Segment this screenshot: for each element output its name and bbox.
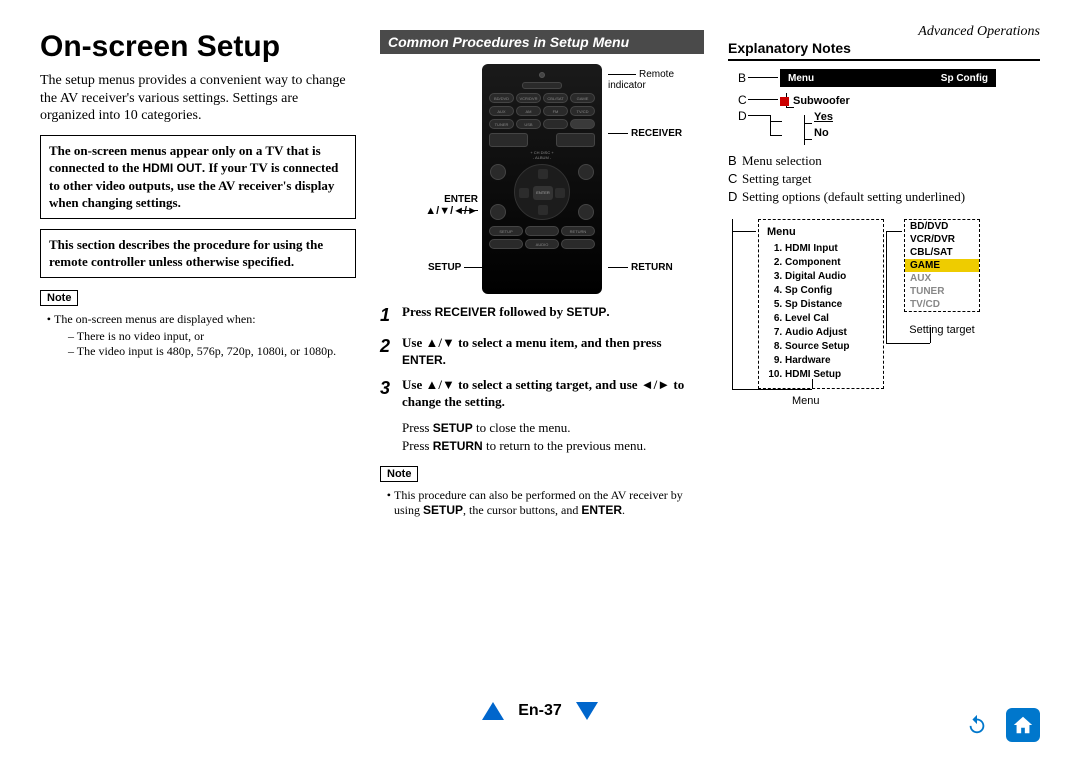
return-menu-text: Press RETURN to return to the previous m… xyxy=(402,437,704,455)
note-chip-2: Note xyxy=(380,466,418,482)
warning-box-2: This section describes the procedure for… xyxy=(40,229,356,278)
step-3: 3 Use ▲/▼ to select a setting target, an… xyxy=(380,377,704,411)
target-list-box: BD/DVDVCR/DVRCBL/SATGAMEAUXTUNERTV/CD xyxy=(904,219,980,312)
note-list: The on-screen menus are displayed when: xyxy=(54,312,356,327)
page-number: En-37 xyxy=(518,702,562,719)
diagram-menu-boxes: Menu HDMI InputComponentDigital AudioSp … xyxy=(758,219,1040,389)
legend: BMenu selection CSetting target DSetting… xyxy=(728,153,1040,205)
label-remote-indicator: Remote indicator xyxy=(608,69,704,91)
square-icon xyxy=(780,97,789,106)
column-right: Explanatory Notes B Menu Sp Config C D S… xyxy=(728,30,1040,520)
page-title: On-screen Setup xyxy=(40,30,356,64)
step-1: 1 Press RECEIVER followed by SETUP. xyxy=(380,304,704,327)
procedure-note: This procedure can also be performed on … xyxy=(394,488,704,518)
close-menu-text: Press SETUP to close the menu. xyxy=(402,419,704,437)
page-prev-icon[interactable] xyxy=(482,702,504,720)
intro-text: The setup menus provides a convenient wa… xyxy=(40,72,356,125)
column-middle: Common Procedures in Setup Menu BD/DVDVC… xyxy=(380,30,704,520)
menubar-example: Menu Sp Config xyxy=(780,69,996,87)
home-icon[interactable] xyxy=(1006,708,1040,742)
undo-icon[interactable] xyxy=(960,708,994,742)
label-setup: SETUP xyxy=(428,262,484,273)
label-return: RETURN xyxy=(608,262,673,273)
label-menu-under: Menu xyxy=(792,395,1040,407)
menu-list-box: Menu HDMI InputComponentDigital AudioSp … xyxy=(758,219,884,389)
page-footer: En-37 xyxy=(0,702,1080,742)
column-left: On-screen Setup The setup menus provides… xyxy=(40,30,356,520)
label-receiver: RECEIVER xyxy=(608,128,682,139)
remote-control-icon: BD/DVDVCR/DVRCBL/SATGAME AUXAMFMTV/CD TU… xyxy=(482,64,602,294)
note-chip: Note xyxy=(40,290,78,306)
label-enter: ENTER▲/▼/◄/► xyxy=(408,194,478,228)
warning-box-1: The on-screen menus appear only on a TV … xyxy=(40,135,356,219)
step-2: 2 Use ▲/▼ to select a menu item, and the… xyxy=(380,335,704,369)
page-next-icon[interactable] xyxy=(576,702,598,720)
label-setting-target: Setting target xyxy=(904,324,980,336)
section-header: Advanced Operations xyxy=(918,24,1040,40)
remote-diagram: BD/DVDVCR/DVRCBL/SATGAME AUXAMFMTV/CD TU… xyxy=(380,64,704,304)
explanatory-title: Explanatory Notes xyxy=(728,40,1040,61)
section-banner: Common Procedures in Setup Menu xyxy=(380,30,704,54)
diagram-menu-tree: B Menu Sp Config C D Subwoofer xyxy=(728,69,1040,149)
